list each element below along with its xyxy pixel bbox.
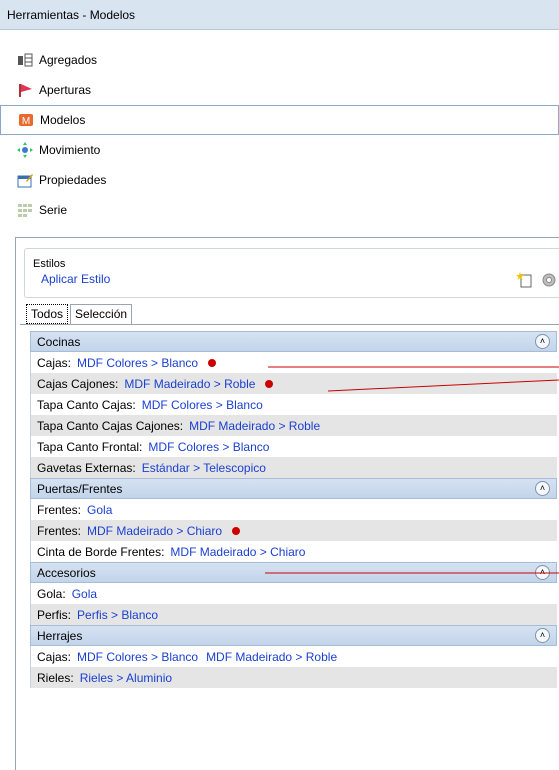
property-value-link[interactable]: MDF Madeirado > Chiaro xyxy=(87,524,222,538)
nav-item-label: Propiedades xyxy=(39,173,107,187)
property-label: Frentes: xyxy=(37,502,82,517)
group-header[interactable]: Puertas/Frentes ˄ xyxy=(30,478,557,499)
property-label: Tapa Canto Cajas: xyxy=(37,397,136,412)
apply-style-link[interactable]: Aplicar Estilo xyxy=(41,272,110,286)
group-title: Cocinas xyxy=(37,334,81,349)
property-label: Perfis: xyxy=(37,607,72,622)
nav-item-agregados[interactable]: Agregados xyxy=(0,45,559,75)
property-value-link[interactable]: Perfis > Blanco xyxy=(77,608,158,622)
tab-todos[interactable]: Todos xyxy=(26,304,69,324)
nav-item-label: Modelos xyxy=(40,113,86,127)
property-value-link[interactable]: MDF Madeirado > Roble xyxy=(124,377,255,391)
nav-item-movimiento[interactable]: Movimiento xyxy=(0,135,559,165)
nav-item-propiedades[interactable]: Propiedades xyxy=(0,165,559,195)
annotation-marker-dot xyxy=(265,379,274,388)
property-row: Frentes: MDF Madeirado > Chiaro xyxy=(30,520,557,541)
new-style-icon[interactable] xyxy=(516,271,534,289)
property-label: Cajas: xyxy=(37,649,72,664)
collapse-chevron-icon[interactable]: ˄ xyxy=(535,334,550,349)
collapse-chevron-icon[interactable]: ˄ xyxy=(535,628,550,643)
tab-seleccion[interactable]: Selección xyxy=(70,304,133,324)
nav-item-label: Serie xyxy=(39,203,68,217)
property-value-link[interactable]: MDF Colores > Blanco xyxy=(77,650,198,664)
group-header[interactable]: Cocinas ˄ xyxy=(30,331,557,352)
settings-gear-icon[interactable] xyxy=(540,271,558,289)
serie-grid-icon xyxy=(17,202,33,218)
group-header[interactable]: Accesorios ˄ xyxy=(30,562,557,583)
property-label: Gavetas Externas: xyxy=(37,460,136,475)
property-value-link[interactable]: MDF Colores > Blanco xyxy=(142,398,263,412)
property-value-link[interactable]: Rieles > Aluminio xyxy=(80,671,172,685)
property-value-link[interactable]: MDF Madeirado > Chiaro xyxy=(170,545,305,559)
property-row: Cajas: MDF Colores > Blanco MDF Madeirado … xyxy=(30,646,557,667)
collapse-chevron-icon[interactable]: ˄ xyxy=(535,481,550,496)
tool-nav-list: Agregados Aperturas M Modelos Movimiento Prop… xyxy=(0,45,559,225)
property-row: Cajas Cajones: MDF Madeirado > Roble xyxy=(30,373,557,394)
property-row: Cajas: MDF Colores > Blanco xyxy=(30,352,557,373)
property-row: Cinta de Borde Frentes: MDF Madeirado > C… xyxy=(30,541,557,562)
nav-item-label: Movimiento xyxy=(39,143,101,157)
property-value-link[interactable]: Gola xyxy=(72,587,97,601)
agregados-icon xyxy=(17,52,33,68)
nav-item-aperturas[interactable]: Aperturas xyxy=(0,75,559,105)
property-row: Gola: Gola xyxy=(30,583,557,604)
group-title: Accesorios xyxy=(37,565,96,580)
groups-list: Cocinas ˄ Cajas: MDF Colores > Blanco Cajas … xyxy=(30,331,557,688)
property-value-link[interactable]: Gola xyxy=(87,503,112,517)
property-value-link[interactable]: MDF Madeirado > Roble xyxy=(206,650,337,664)
property-label: Rieles: xyxy=(37,670,74,685)
annotation-marker-dot xyxy=(208,358,217,367)
property-label: Cajas: xyxy=(37,355,72,370)
property-row: Frentes: Gola xyxy=(30,499,557,520)
nav-item-label: Agregados xyxy=(39,53,98,67)
property-label: Gola: xyxy=(37,586,66,601)
property-label: Frentes: xyxy=(37,523,82,538)
group-header[interactable]: Herrajes ˄ xyxy=(30,625,557,646)
aperturas-flag-icon xyxy=(17,82,33,98)
tab-divider xyxy=(20,324,559,325)
propiedades-icon xyxy=(17,172,33,188)
group-title: Puertas/Frentes xyxy=(37,481,123,496)
group-title: Herrajes xyxy=(37,628,83,643)
modelos-panel: Estilos Aplicar Estilo Todos Selección C… xyxy=(15,237,559,770)
collapse-chevron-icon[interactable]: ˄ xyxy=(535,565,550,580)
property-row: Tapa Canto Cajas Cajones: MDF Madeirado >… xyxy=(30,415,557,436)
property-row: Tapa Canto Cajas: MDF Colores > Blanco xyxy=(30,394,557,415)
movimiento-arrows-icon xyxy=(17,142,33,158)
nav-item-serie[interactable]: Serie xyxy=(0,195,559,225)
nav-item-label: Aperturas xyxy=(39,83,92,97)
window-title: Herramientas - Modelos xyxy=(0,0,559,30)
estilos-toolbar xyxy=(516,271,558,289)
property-row: Gavetas Externas: Estándar > Telescopico xyxy=(30,457,557,478)
property-label: Cinta de Borde Frentes: xyxy=(37,544,165,559)
nav-item-modelos[interactable]: M Modelos xyxy=(0,105,559,135)
filter-tabs: Todos Selección xyxy=(26,304,133,324)
estilos-section: Estilos Aplicar Estilo xyxy=(24,248,559,298)
annotation-marker-dot xyxy=(232,526,241,535)
estilos-title: Estilos xyxy=(33,258,66,270)
property-label: Cajas Cajones: xyxy=(37,376,119,391)
property-row: Tapa Canto Frontal: MDF Colores > Blanco xyxy=(30,436,557,457)
svg-text:M: M xyxy=(22,116,30,127)
property-value-link[interactable]: MDF Colores > Blanco xyxy=(77,356,198,370)
property-row: Perfis: Perfis > Blanco xyxy=(30,604,557,625)
property-value-link[interactable]: MDF Madeirado > Roble xyxy=(189,419,320,433)
property-label: Tapa Canto Frontal: xyxy=(37,439,143,454)
property-row: Rieles: Rieles > Aluminio xyxy=(30,667,557,688)
property-label: Tapa Canto Cajas Cajones: xyxy=(37,418,184,433)
modelos-icon: M xyxy=(18,112,34,128)
property-value-link[interactable]: MDF Colores > Blanco xyxy=(148,440,269,454)
property-value-link[interactable]: Estándar > Telescopico xyxy=(142,461,266,475)
